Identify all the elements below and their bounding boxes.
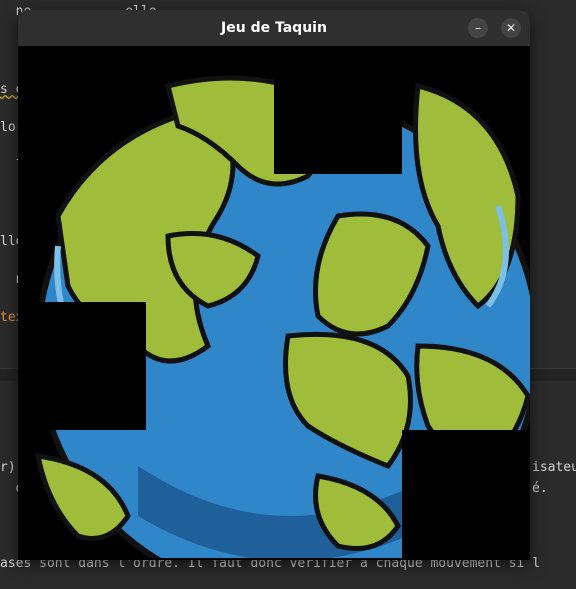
- editor-line: é.: [532, 481, 548, 496]
- close-icon: ✕: [505, 21, 517, 35]
- puzzle-tile[interactable]: [402, 174, 530, 302]
- puzzle-tile[interactable]: [18, 430, 146, 558]
- tile-image: [146, 302, 274, 430]
- puzzle-tile[interactable]: [18, 174, 146, 302]
- tile-image: [402, 46, 530, 174]
- minimize-button[interactable]: –: [468, 18, 488, 38]
- puzzle-tile[interactable]: [146, 46, 274, 174]
- puzzle-tile[interactable]: [274, 174, 402, 302]
- tile-image: [18, 430, 146, 558]
- tile-image: [402, 302, 530, 430]
- taquin-window: Jeu de Taquin – ✕: [18, 10, 530, 560]
- puzzle-tile[interactable]: [146, 302, 274, 430]
- tile-image: [274, 46, 402, 174]
- tile-image: [146, 174, 274, 302]
- window-titlebar[interactable]: Jeu de Taquin – ✕: [18, 10, 530, 47]
- tile-image: [18, 46, 146, 174]
- puzzle-tile[interactable]: [146, 430, 274, 558]
- tile-image: [274, 302, 402, 430]
- tile-image: [274, 174, 402, 302]
- puzzle-tile[interactable]: [18, 46, 146, 174]
- minimize-icon: –: [475, 21, 481, 35]
- puzzle-tile[interactable]: [274, 430, 402, 558]
- tile-image: [146, 46, 274, 174]
- window-title: Jeu de Taquin: [221, 20, 327, 36]
- puzzle-tile[interactable]: [274, 302, 402, 430]
- close-button[interactable]: ✕: [501, 18, 521, 38]
- tile-image: [274, 430, 402, 558]
- tile-image: [402, 174, 530, 302]
- tile-image: [18, 174, 146, 302]
- puzzle-tile[interactable]: [402, 302, 530, 430]
- editor-line: r): [0, 460, 16, 475]
- tile-image: [18, 302, 146, 430]
- puzzle-tile[interactable]: [18, 302, 146, 430]
- puzzle-tile[interactable]: [146, 174, 274, 302]
- puzzle-board: [18, 46, 530, 560]
- puzzle-tile[interactable]: [274, 46, 402, 174]
- tile-image: [146, 430, 274, 558]
- puzzle-tile[interactable]: [402, 46, 530, 174]
- editor-line: isateu: [532, 460, 576, 475]
